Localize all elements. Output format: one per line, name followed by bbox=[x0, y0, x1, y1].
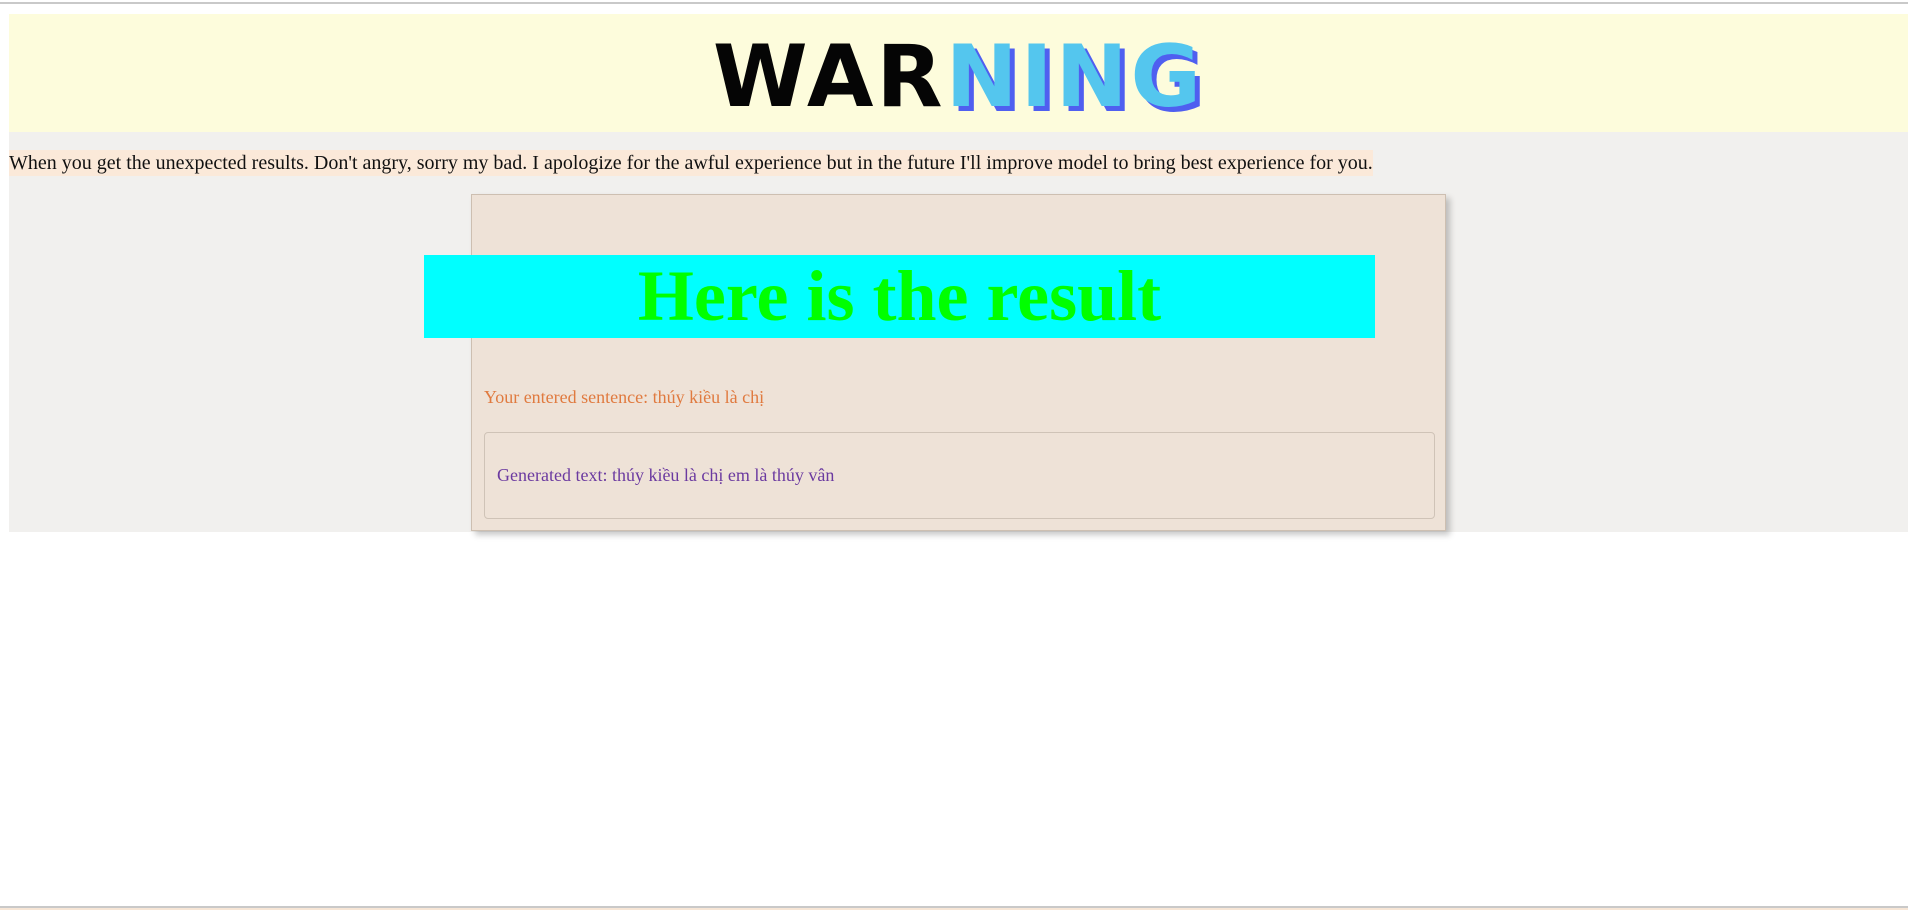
top-border bbox=[0, 2, 1908, 4]
entered-sentence: Your entered sentence: thúy kiều là chị bbox=[484, 387, 765, 407]
warning-title: WAR NING bbox=[9, 14, 1908, 132]
generated-text-box: Generated text: thúy kiều là chị em là t… bbox=[484, 432, 1435, 519]
result-heading: Here is the result bbox=[424, 255, 1375, 338]
warning-title-dark-part: WAR bbox=[712, 27, 946, 127]
generated-text: Generated text: thúy kiều là chị em là t… bbox=[497, 465, 835, 485]
warning-title-blue-part: NING bbox=[945, 27, 1205, 127]
apology-message: When you get the unexpected results. Don… bbox=[9, 150, 1373, 176]
warning-banner: WAR NING bbox=[9, 14, 1908, 132]
